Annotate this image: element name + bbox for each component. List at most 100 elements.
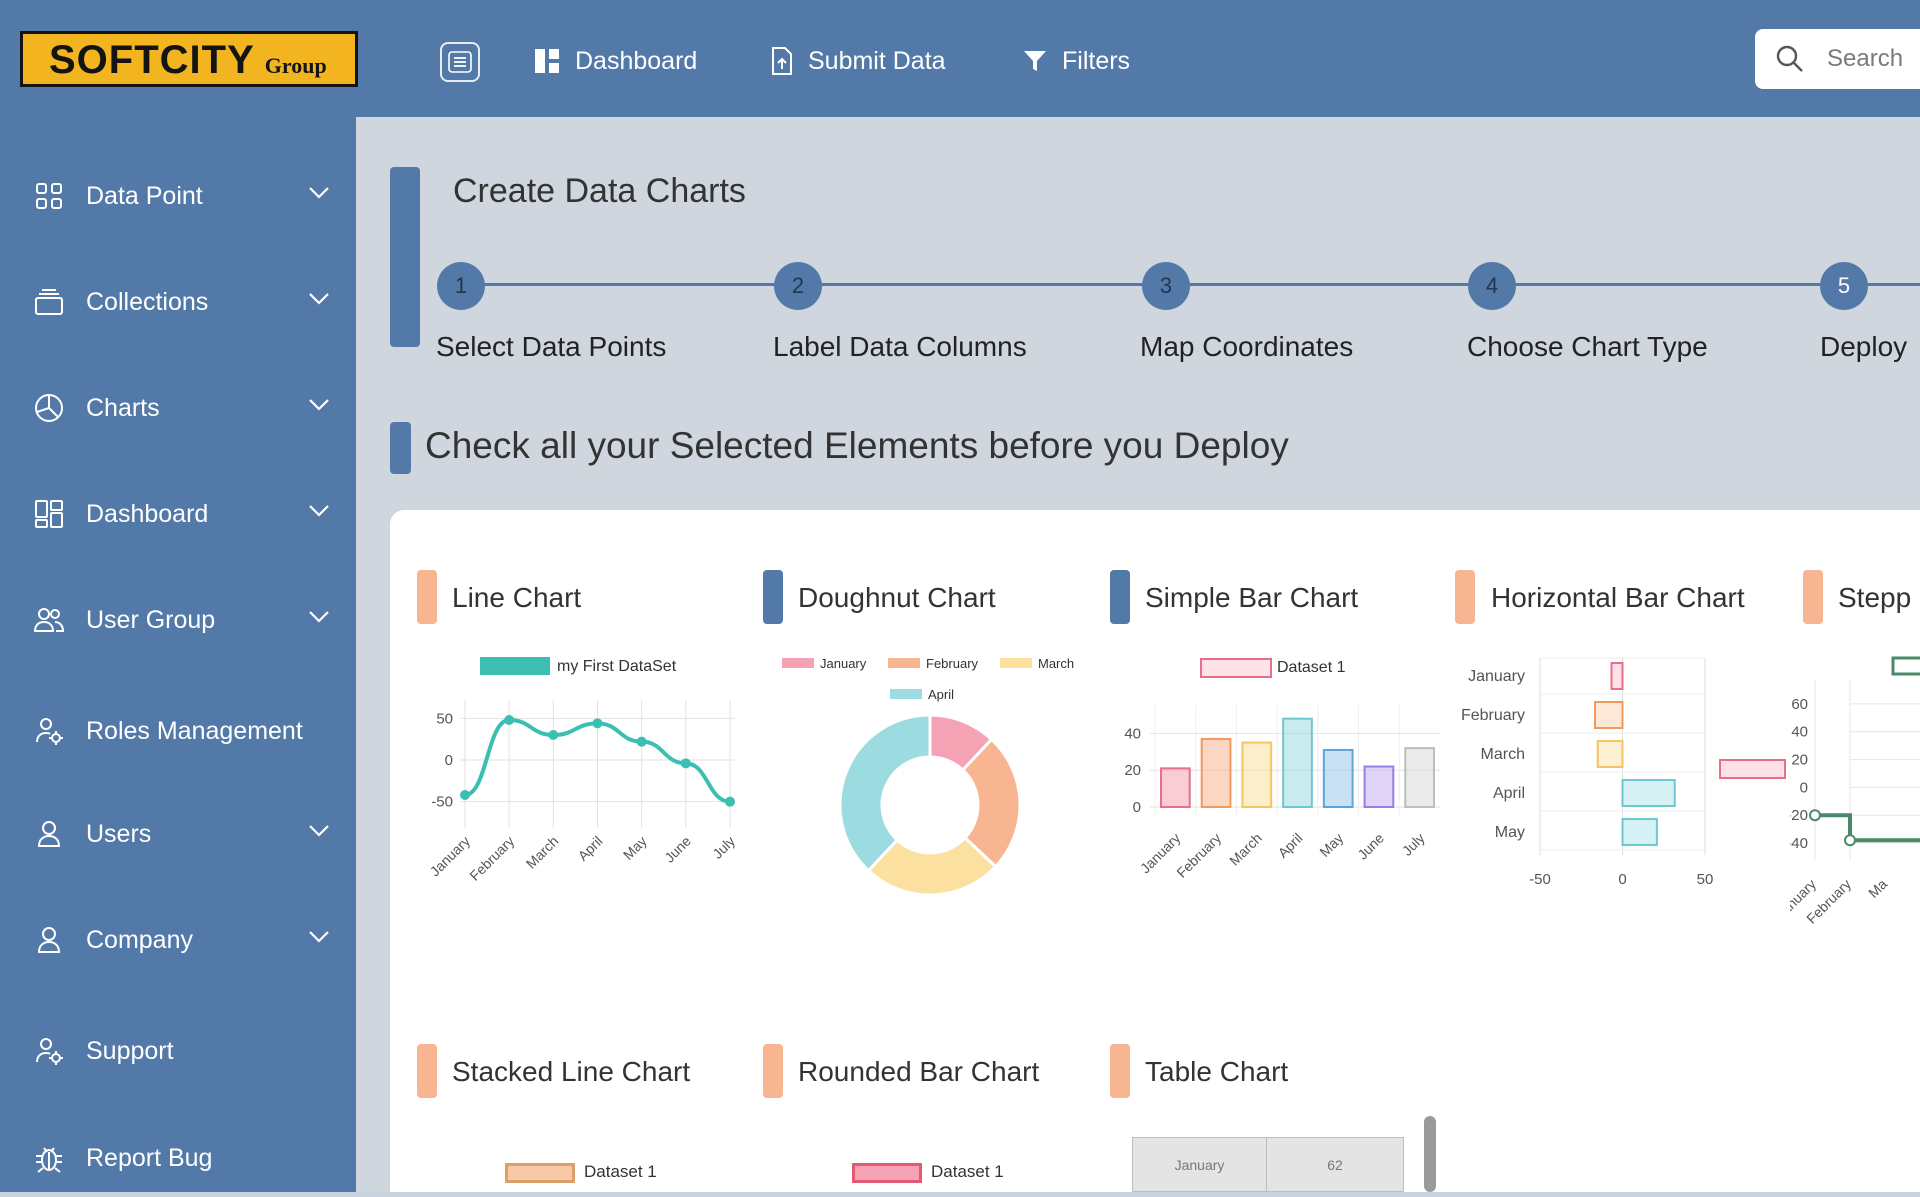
dashboard-icon [32,497,66,531]
menu-toggle-button[interactable] [440,42,480,82]
step-4-label: Choose Chart Type [1467,331,1708,362]
chevron-down-icon [309,505,329,517]
nav-dashboard-label: Dashboard [575,46,698,75]
table-chart-title: Table Chart [1145,1056,1289,1087]
chevron-down-icon [309,293,329,305]
y-tick-label: March [1481,746,1525,763]
chevron-down-icon [309,825,329,837]
x-tick-label: February [1173,830,1224,881]
legend-swatch [1200,658,1272,678]
legend-label: January [820,656,867,671]
step-3-dot[interactable]: 3 [1142,262,1190,310]
user-gear-icon [32,714,66,748]
data-point [680,758,691,769]
table-cell: 62 [1327,1156,1343,1173]
bar [1404,747,1435,809]
sidebar-item-company[interactable]: Company [32,920,332,960]
y-tick-label: 0 [1800,779,1808,796]
step-2-label: Label Data Columns [773,331,1027,362]
check-title: Check all your Selected Elements before … [425,425,1289,466]
x-tick-label: July [1399,830,1428,859]
hamburger-icon [448,51,472,73]
sidebar-item-users[interactable]: Users [32,814,332,854]
y-tick-label: 0 [1133,799,1141,816]
stepped-chart-title: Stepp [1838,582,1912,613]
legend-label: April [928,687,954,702]
line-chart[interactable]: my First DataSet500-50JanuaryFebruary Mar… [405,650,745,900]
step-1-dot[interactable]: 1 [437,262,485,310]
user-icon [32,817,66,851]
softcity-logo[interactable]: SOFTCITY Group [20,31,358,87]
nav-submit-data[interactable]: Submit Data [770,42,946,80]
sidebar-item-label: Data Point [86,181,203,210]
step-4-dot[interactable]: 4 [1468,262,1516,310]
sidebar-item-user-group[interactable]: User Group [32,600,332,640]
x-tick-label: April [574,833,605,864]
step-2-dot[interactable]: 2 [774,262,822,310]
series-line [1815,813,1920,843]
bar [1596,740,1624,768]
bar [1610,662,1624,690]
nav-filters[interactable]: Filters [1022,42,1130,80]
y-tick-label: -50 [431,794,453,811]
x-tick-label: -50 [1529,871,1551,888]
y-tick-label: 60 [1791,696,1808,713]
y-tick-label: 40 [1791,724,1808,741]
step-5-label: Deploy [1820,331,1908,362]
rounded-bar-chart-title: Rounded Bar Chart [798,1056,1040,1087]
horizontal-bar-chart[interactable]: January February March April May -50 0 50 [1450,650,1790,900]
dashboard-icon [535,49,559,73]
chart-title-accent [763,1044,783,1098]
sidebar-item-collections[interactable]: Collections [32,282,332,322]
top-bar: SOFTCITY Group Dashboard Submit Data Fil… [0,0,1920,117]
doughnut-slice [838,713,932,873]
data-point [725,796,735,807]
y-tick-label: -20 [1790,807,1808,824]
y-tick-label: February [1461,707,1525,724]
nav-dashboard[interactable]: Dashboard [533,42,697,80]
bug-icon [32,1141,66,1175]
sidebar-item-label: Collections [86,287,209,316]
step-5-dot[interactable]: 5 [1820,262,1868,310]
table-preview: January 62 [1132,1137,1404,1192]
check-accent-bar [390,422,411,474]
sidebar-item-report-bug[interactable]: Report Bug [32,1138,332,1178]
doughnut-chart[interactable]: January February March April [770,650,1090,900]
sidebar-item-label: Company [86,925,193,954]
data-point [636,736,647,747]
rounded-legend-label: Dataset 1 [931,1162,1004,1181]
chevron-down-icon [309,399,329,411]
sidebar-item-label: Dashboard [86,499,209,528]
sidebar-item-roles-management[interactable]: Roles Management [32,711,332,751]
wizard-title: Create Data Charts [453,172,746,210]
legend-label: February [926,656,979,671]
y-tick-label: -40 [1790,835,1808,852]
sidebar-item-label: User Group [86,605,216,634]
bar [1282,717,1313,808]
stepper-track [460,283,1920,286]
funnel-icon [1024,51,1046,71]
x-tick-label: June [1354,830,1387,863]
legend-swatch [480,657,550,675]
file-upload-icon [772,47,792,75]
table-scrollbar[interactable] [1424,1116,1436,1192]
sidebar-item-charts[interactable]: Charts [32,388,332,428]
legend-label: Dataset 1 [1277,659,1346,676]
sidebar-item-data-point[interactable]: Data Point [32,176,332,216]
x-tick-label: May [1316,830,1346,860]
chart-title-accent [763,570,783,624]
logo-sub-text: Group [264,53,327,78]
search-input[interactable]: Search [1755,29,1920,89]
data-point [504,715,515,725]
simple-bar-chart[interactable]: Dataset 140200JanuaryFebruary March April M… [1105,650,1445,900]
x-tick-label: February [466,833,517,884]
chevron-down-icon [309,931,329,943]
stepped-line-chart[interactable]: 6040200-20-40JanuaryFebruaryMa [1790,640,1920,940]
sidebar-item-support[interactable]: Support [32,1031,332,1071]
bar [1241,741,1273,808]
sidebar-item-dashboard[interactable]: Dashboard [32,494,332,534]
table-cell: January [1133,1138,1267,1191]
bar [1322,748,1354,808]
y-tick-label: January [1468,668,1525,685]
data-point [460,790,470,800]
